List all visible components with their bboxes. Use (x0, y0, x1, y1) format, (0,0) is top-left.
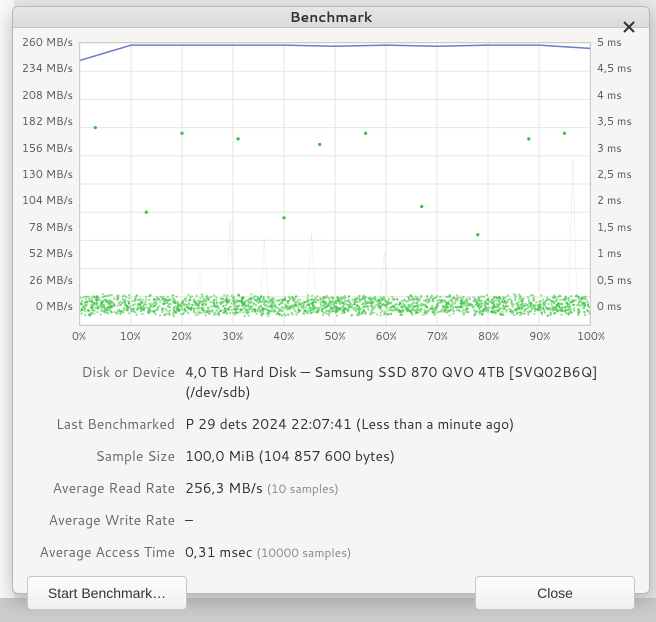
close-icon (623, 21, 635, 33)
label-avg-write-rate: Average Write Rate (27, 510, 175, 530)
ytick-left: 182 MB/s (22, 113, 73, 129)
value-avg-access-time: 0,31 msec (10000 samples) (185, 542, 635, 562)
xtick: 50% (324, 328, 345, 344)
xtick: 40% (273, 328, 294, 344)
ytick-left: 78 MB/s (29, 219, 73, 235)
dialog-content: 0 MB/s 26 MB/s 52 MB/s 78 MB/s 104 MB/s 130 M… (13, 28, 649, 622)
xtick: 70% (427, 328, 448, 344)
value-last-benchmarked: P 29 dets 2024 22:07:41 (Less than a min… (185, 414, 635, 434)
label-sample-size: Sample Size (27, 446, 175, 466)
x-axis: 0%10%20%30%40%50%60%70%80%90%100% (79, 328, 591, 344)
value-avg-write-rate: – (185, 510, 635, 530)
ytick-left: 26 MB/s (29, 272, 73, 288)
start-benchmark-button[interactable]: Start Benchmark… (27, 576, 187, 610)
ytick-left: 104 MB/s (22, 192, 73, 208)
close-button[interactable]: Close (475, 576, 635, 610)
ytick-right: 4 ms (597, 87, 622, 103)
titlebar: Benchmark (13, 7, 649, 28)
label-avg-access-time: Average Access Time (27, 542, 175, 562)
ytick-right: 4,5 ms (597, 60, 632, 76)
value-disk: 4,0 TB Hard Disk — Samsung SSD 870 QVO 4… (185, 362, 635, 402)
ytick-left: 130 MB/s (22, 166, 73, 182)
access-time-samples: (10000 samples) (256, 544, 351, 561)
ytick-right: 3,5 ms (597, 113, 632, 129)
window-title: Benchmark (290, 7, 373, 27)
xtick: 100% (577, 328, 605, 344)
xtick: 80% (478, 328, 499, 344)
xtick: 20% (171, 328, 192, 344)
dialog-footer: Start Benchmark… Close (27, 562, 635, 610)
ytick-right: 2 ms (597, 192, 622, 208)
xtick: 30% (222, 328, 243, 344)
read-rate-samples: (10 samples) (267, 480, 339, 497)
ytick-left: 234 MB/s (22, 60, 73, 76)
ytick-right: 1,5 ms (597, 219, 632, 235)
label-disk: Disk or Device (27, 362, 175, 382)
value-avg-read-rate: 256,3 MB/s (10 samples) (185, 478, 635, 498)
y-axis-right: 0 ms 0,5 ms 1 ms 1,5 ms 2 ms 2,5 ms 3 ms 3,5 ms… (591, 42, 635, 344)
label-avg-read-rate: Average Read Rate (27, 478, 175, 498)
y-axis-left: 0 MB/s26 MB/s52 MB/s78 MB/s104 MB/s130 M… (27, 42, 79, 344)
ytick-right: 1 ms (597, 245, 622, 261)
access-time-number: 0,31 msec (185, 542, 256, 562)
label-last-benchmarked: Last Benchmarked (27, 414, 175, 434)
ytick-left: 208 MB/s (22, 87, 73, 103)
value-sample-size: 100,0 MiB (104 857 600 bytes) (185, 446, 635, 466)
xtick: 0% (72, 328, 86, 344)
read-rate-number: 256,3 MB/s (185, 478, 267, 498)
ytick-right: 2,5 ms (597, 166, 632, 182)
ytick-right: 3 ms (597, 140, 622, 156)
plot-svg (80, 43, 590, 325)
ytick-right: 0,5 ms (597, 272, 632, 288)
info-fields: Disk or Device 4,0 TB Hard Disk — Samsun… (27, 362, 635, 562)
plot-area (79, 42, 591, 326)
xtick: 60% (376, 328, 397, 344)
ytick-left: 260 MB/s (22, 34, 73, 50)
ytick-right: 5 ms (597, 34, 622, 50)
ytick-right: 0 ms (597, 298, 622, 314)
xtick: 10% (120, 328, 141, 344)
ytick-left: 52 MB/s (29, 245, 73, 261)
chart-area: 0 MB/s26 MB/s52 MB/s78 MB/s104 MB/s130 M… (27, 42, 635, 344)
xtick: 90% (529, 328, 550, 344)
ytick-left: 156 MB/s (22, 140, 73, 156)
ytick-left: 0 MB/s (36, 298, 73, 314)
benchmark-dialog: Benchmark 0 MB/s 26 MB/s 52 MB/s 78 MB/s 104… (12, 6, 650, 594)
